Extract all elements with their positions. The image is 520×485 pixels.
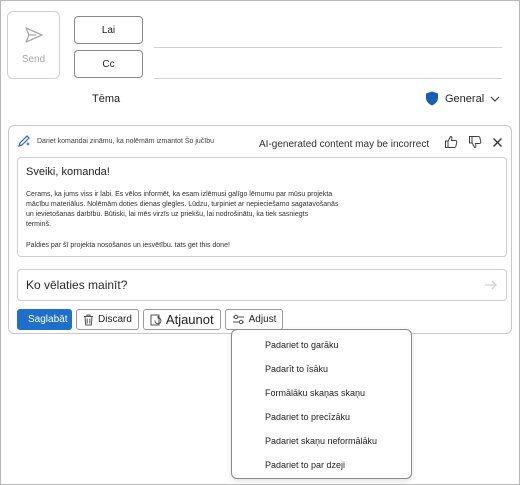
sensitivity-dropdown[interactable]: General <box>425 91 500 106</box>
ai-disclaimer: AI-generated content may be incorrect <box>259 139 430 150</box>
thumbs-up-icon[interactable] <box>444 135 458 149</box>
discard-button[interactable]: Discard <box>76 309 139 330</box>
draft-body-line: mācību materiālus. Nolēmām doties dienas… <box>26 201 339 208</box>
draft-body-line: Cerams, ka jums viss ir labi. Es vēlos i… <box>26 191 333 198</box>
send-button[interactable]: Send <box>7 11 60 79</box>
compose-window: Send Lai Cc Tēma General Dariet komandai… <box>0 0 520 485</box>
prompt-text: Dariet komandai zināmu, ka nolēmām izman… <box>37 137 215 145</box>
discard-label: Discard <box>98 314 132 325</box>
refresh-icon <box>150 314 162 325</box>
close-icon[interactable] <box>492 137 503 148</box>
draft-body-line: un ievietošanas darbību. Būtiski, lai mē… <box>26 211 309 218</box>
send-label: Send <box>21 54 46 65</box>
trash-icon <box>84 314 93 325</box>
send-arrow-icon[interactable] <box>484 280 498 290</box>
chevron-down-icon <box>490 96 500 102</box>
feedback-icons <box>444 135 503 149</box>
draft-greeting: Sveiki, komanda! <box>26 166 110 178</box>
to-label: Lai <box>101 24 116 36</box>
menu-item-poem[interactable]: Padariet to par dzeji <box>265 460 345 470</box>
send-icon <box>24 27 43 43</box>
thumbs-down-icon[interactable] <box>468 135 482 149</box>
prompt-row: Dariet komandai zināmu, ka nolēmām izman… <box>17 134 214 148</box>
to-button[interactable]: Lai <box>74 16 143 44</box>
copilot-pen-icon <box>18 135 30 147</box>
menu-item-informal[interactable]: Padariet skaņu neformālāku <box>265 436 377 446</box>
adjust-label: Adjust <box>248 314 277 325</box>
cc-label: Cc <box>102 58 115 70</box>
save-label: Saglabāt <box>28 314 68 325</box>
menu-item-precise[interactable]: Padariet to precīzāku <box>265 412 350 422</box>
adjust-menu: Padariet to garāku Padarīt to īsāku Form… <box>231 329 412 479</box>
refresh-label: Atjaunot <box>165 312 214 327</box>
ask-input[interactable]: Ko vēlaties mainīt? <box>17 269 507 301</box>
adjust-button[interactable]: Adjust <box>224 309 284 330</box>
save-button[interactable]: Saglabāt <box>17 309 72 330</box>
menu-item-longer[interactable]: Padariet to garāku <box>265 340 339 350</box>
sensitivity-label: General <box>445 92 485 105</box>
sliders-icon <box>232 314 244 325</box>
cc-button[interactable]: Cc <box>74 50 143 78</box>
draft-body-line: terminš. <box>26 221 51 228</box>
subject-label: Tēma <box>92 93 121 105</box>
menu-item-formal[interactable]: Formālāku skaņas skaņu <box>265 388 365 398</box>
shield-icon <box>426 91 438 106</box>
draft-text[interactable]: Sveiki, komanda! Cerams, ka jums viss ir… <box>17 157 507 257</box>
cc-field[interactable] <box>154 78 502 79</box>
draft-closing: Paldies par šī projekta nosošanos un ies… <box>26 242 230 249</box>
menu-item-shorter[interactable]: Padarīt to īsāku <box>265 364 328 374</box>
draft-body: Cerams, ka jums viss ir labi. Es vēlos i… <box>26 190 498 230</box>
ask-placeholder: Ko vēlaties mainīt? <box>26 278 128 292</box>
copilot-panel: Dariet komandai zināmu, ka nolēmām izman… <box>8 125 512 334</box>
action-bar: Saglabāt Discard Atjaunot Adjust <box>17 309 284 330</box>
refresh-button[interactable]: Atjaunot <box>142 309 221 330</box>
to-field[interactable] <box>154 47 502 48</box>
